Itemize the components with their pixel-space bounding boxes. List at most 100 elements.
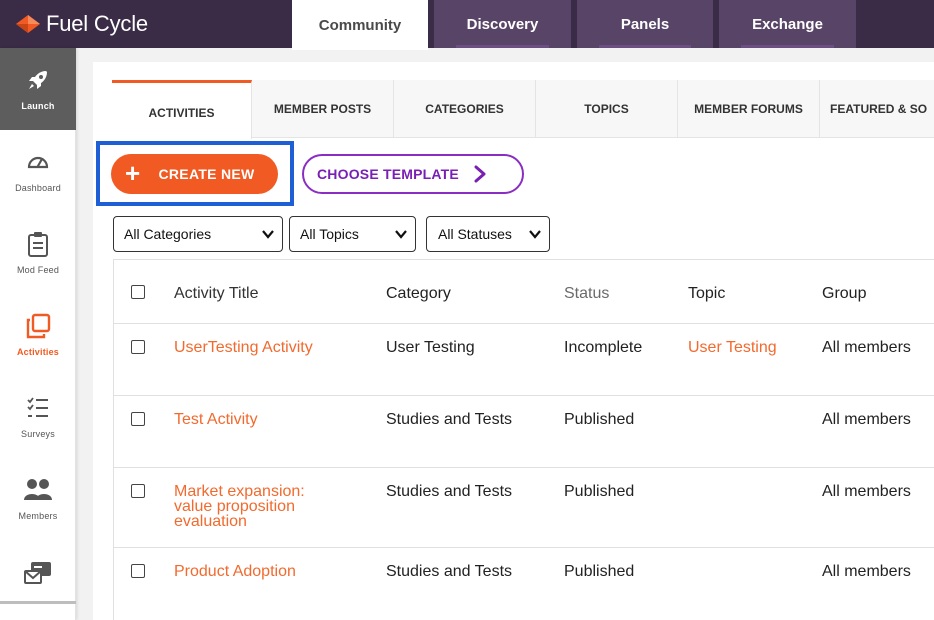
row-checkbox[interactable]	[131, 412, 145, 426]
sidebar-item-mod-feed[interactable]: Mod Feed	[0, 212, 76, 294]
header-group[interactable]: Group	[822, 286, 866, 302]
tab-community-label: Community	[318, 16, 402, 34]
header-activity-title[interactable]: Activity Title	[174, 286, 258, 302]
activity-title-link[interactable]: Test Activity	[174, 412, 258, 428]
activity-title-link[interactable]: Market expansion: value proposition eval…	[174, 483, 354, 530]
subtab-activities[interactable]: ACTIVITIES	[112, 80, 252, 139]
header-category[interactable]: Category	[386, 286, 451, 302]
sidebar-item-label: Mod Feed	[16, 265, 60, 275]
activity-group: All members	[822, 483, 911, 500]
subtab-member-forums[interactable]: MEMBER FORUMS	[678, 80, 820, 138]
sidebar-item-label: Members	[18, 511, 58, 521]
activity-title-line: value proposition	[174, 498, 295, 515]
chevron-down-icon	[529, 230, 541, 239]
activity-title-line: Market expansion:	[174, 483, 305, 500]
activity-group: All members	[822, 411, 911, 428]
sidebar-item-dashboard[interactable]: Dashboard	[0, 130, 76, 212]
row-checkbox[interactable]	[131, 484, 145, 498]
plus-icon: +	[125, 158, 141, 188]
activity-status: Incomplete	[564, 339, 643, 356]
choose-template-label: CHOOSE TEMPLATE	[317, 166, 459, 182]
activity-status: Published	[564, 483, 635, 500]
subtab-topics[interactable]: TOPICS	[536, 80, 678, 138]
activity-category: Studies and Tests	[386, 411, 513, 428]
activities-table: Activity Title Category Status Topic Gro…	[113, 259, 934, 620]
topics-filter-select[interactable]: All Topics	[289, 216, 416, 252]
subtab-label: MEMBER FORUMS	[694, 102, 803, 116]
clipboard-icon	[27, 230, 49, 258]
table-row[interactable]: UserTesting Activity User Testing Incomp…	[114, 324, 934, 396]
activities-icon	[25, 312, 51, 340]
tab-underline	[599, 45, 691, 48]
sidebar-item-launch[interactable]: Launch	[0, 48, 76, 130]
people-icon	[23, 476, 53, 504]
activity-title-link[interactable]: UserTesting Activity	[174, 340, 313, 356]
chevron-down-icon	[262, 230, 274, 239]
diamond-logo-icon	[16, 15, 40, 33]
categories-filter-value: All Categories	[124, 226, 212, 242]
table-row[interactable]: Test Activity Studies and Tests Publishe…	[114, 396, 934, 468]
activity-category: Studies and Tests	[386, 563, 513, 580]
tab-underline	[741, 45, 834, 48]
tab-exchange[interactable]: Exchange	[719, 0, 856, 48]
activity-topic-link[interactable]: User Testing	[688, 340, 777, 356]
tab-panels-label: Panels	[620, 15, 670, 33]
subtab-label: TOPICS	[584, 102, 629, 116]
subtab-label: ACTIVITIES	[148, 106, 215, 120]
sub-tab-bar: ACTIVITIES MEMBER POSTS CATEGORIES TOPIC…	[112, 80, 934, 139]
rocket-icon	[25, 66, 51, 94]
table-header-row: Activity Title Category Status Topic Gro…	[114, 260, 934, 324]
header-topic[interactable]: Topic	[688, 286, 725, 302]
subtab-featured[interactable]: FEATURED & SO	[820, 80, 934, 138]
sidebar-item-activities[interactable]: Activities	[0, 294, 76, 376]
fuel-cycle-logo[interactable]: Fuel Cycle	[16, 10, 148, 38]
statuses-filter-select[interactable]: All Statuses	[426, 216, 550, 252]
activity-title-line: evaluation	[174, 513, 247, 530]
logo-text: Fuel Cycle	[46, 11, 148, 36]
tab-underline	[456, 45, 549, 48]
subtab-label: CATEGORIES	[425, 102, 504, 116]
header-status[interactable]: Status	[564, 286, 609, 302]
sidebar-item-messages[interactable]	[0, 540, 76, 600]
activity-category: Studies and Tests	[386, 483, 513, 500]
activity-status: Published	[564, 411, 635, 428]
checklist-icon	[26, 394, 50, 422]
create-new-button[interactable]: + CREATE NEW	[111, 154, 278, 194]
tab-discovery-label: Discovery	[466, 15, 539, 33]
sidebar-item-members[interactable]: Members	[0, 458, 76, 540]
tab-community[interactable]: Community	[292, 0, 428, 50]
select-all-checkbox[interactable]	[131, 285, 145, 299]
create-new-label: CREATE NEW	[158, 166, 255, 182]
activity-category: User Testing	[386, 339, 475, 356]
tab-panels[interactable]: Panels	[577, 0, 713, 48]
top-bar: Fuel Cycle Community Discovery Panels Ex…	[0, 0, 934, 50]
row-checkbox[interactable]	[131, 564, 145, 578]
activity-title-link[interactable]: Product Adoption	[174, 564, 296, 580]
sidebar-item-surveys[interactable]: Surveys	[0, 376, 76, 458]
row-checkbox[interactable]	[131, 340, 145, 354]
subtab-label: FEATURED & SO	[830, 102, 928, 116]
sidebar: Launch Dashboard Mod Feed Activities Sur…	[0, 48, 76, 620]
sidebar-item-label: Surveys	[21, 429, 55, 439]
choose-template-button[interactable]: CHOOSE TEMPLATE	[302, 154, 524, 194]
topics-filter-value: All Topics	[300, 226, 359, 242]
subtab-categories[interactable]: CATEGORIES	[394, 80, 536, 138]
chevron-down-icon	[395, 230, 407, 239]
mail-card-icon	[23, 558, 53, 586]
activity-status: Published	[564, 563, 635, 580]
chevron-right-icon	[474, 165, 486, 183]
subtab-member-posts[interactable]: MEMBER POSTS	[252, 80, 394, 138]
activity-group: All members	[822, 563, 911, 580]
sidebar-item-label: Dashboard	[15, 183, 61, 193]
statuses-filter-value: All Statuses	[438, 226, 512, 242]
gauge-icon	[26, 148, 50, 176]
table-row[interactable]: Market expansion: value proposition eval…	[114, 468, 934, 548]
tab-exchange-label: Exchange	[752, 15, 823, 33]
sidebar-item-label: Activities	[16, 347, 60, 357]
tab-discovery[interactable]: Discovery	[434, 0, 571, 48]
subtab-label: MEMBER POSTS	[273, 102, 372, 116]
sidebar-bottom-divider	[0, 601, 76, 604]
categories-filter-select[interactable]: All Categories	[113, 216, 283, 252]
sidebar-item-label: Launch	[21, 101, 55, 111]
table-row[interactable]: Product Adoption Studies and Tests Publi…	[114, 548, 934, 620]
